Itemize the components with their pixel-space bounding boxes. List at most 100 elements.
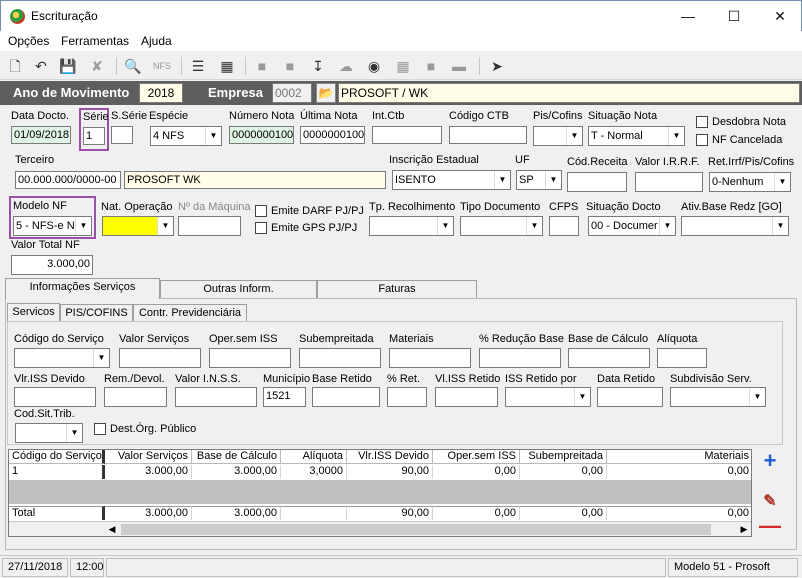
folder-open-icon[interactable]: 📂 xyxy=(316,83,336,103)
subdivisao-select[interactable]: ▼ xyxy=(670,387,766,407)
subempreitada-field[interactable] xyxy=(299,348,381,368)
list-icon[interactable]: ☰ xyxy=(188,56,208,76)
emite-gps-checkbox[interactable] xyxy=(255,222,267,234)
col-valor-servicos[interactable]: Valor Serviços xyxy=(105,450,192,464)
save-icon[interactable]: 💾 xyxy=(58,56,78,76)
nat-operacao-select[interactable]: ▼ xyxy=(102,216,174,236)
menu-ferramentas[interactable]: Ferramentas xyxy=(61,34,129,48)
scroll-thumb[interactable] xyxy=(121,524,711,535)
valor-total-field[interactable]: 3.000,00 xyxy=(11,255,93,275)
coins-icon[interactable]: ◉ xyxy=(364,56,384,76)
valor-inss-field[interactable] xyxy=(175,387,257,407)
box-icon[interactable]: ■ xyxy=(421,56,441,76)
col-vlr-iss-devido[interactable]: Vlr.ISS Devido xyxy=(347,450,433,464)
nf-cancelada-checkbox[interactable] xyxy=(696,134,708,146)
grid-empty-area xyxy=(9,480,751,504)
servicos-grid[interactable]: Código do Serviço Valor Serviços Base de… xyxy=(8,449,752,537)
valor-servicos-field[interactable] xyxy=(119,348,201,368)
situacao-nota-select[interactable]: T - Normal ▼ xyxy=(588,126,685,146)
num-maquina-label: Nº da Máquina xyxy=(178,201,251,213)
data-docto-field[interactable]: 01/09/2018 xyxy=(11,126,71,144)
municipio-label: Município xyxy=(263,373,311,385)
municipio-field[interactable]: 1521 xyxy=(263,387,306,407)
col-subempreitada[interactable]: Subempreitada xyxy=(520,450,607,464)
bar-icon[interactable]: ▬ xyxy=(449,56,469,76)
scroll-left-icon[interactable]: ◀ xyxy=(105,523,119,536)
cloud-icon[interactable]: ☁ xyxy=(336,56,356,76)
grid-icon[interactable]: ▦ xyxy=(393,56,413,76)
subtab-contr-previdenciaria[interactable]: Contr. Previdenciária xyxy=(133,304,247,321)
download-icon[interactable]: ↧ xyxy=(308,56,328,76)
scroll-right-icon[interactable]: ▶ xyxy=(737,523,751,536)
serie-field[interactable]: 1 xyxy=(83,127,105,145)
remove-icon[interactable]: — xyxy=(759,515,781,538)
num-maquina-field[interactable] xyxy=(178,216,241,236)
tp-recolhimento-select[interactable]: ▼ xyxy=(369,216,454,236)
insc-est-select[interactable]: ISENTO ▼ xyxy=(392,170,511,190)
ativ-base-select[interactable]: ▼ xyxy=(681,216,789,236)
numero-nota-field[interactable]: 0000000100 xyxy=(229,126,294,144)
subtab-pis-cofins[interactable]: PIS/COFINS xyxy=(60,304,133,321)
int-ctb-field[interactable] xyxy=(372,126,442,144)
delete-icon[interactable]: ✘ xyxy=(87,56,107,76)
ano-field[interactable]: 2018 xyxy=(139,83,183,103)
maximize-button[interactable]: ☐ xyxy=(711,1,757,31)
subtab-servicos[interactable]: Servicos xyxy=(7,303,60,321)
folder-icon[interactable]: ■ xyxy=(252,56,272,76)
col-oper-sem-iss[interactable]: Oper.sem ISS xyxy=(433,450,520,464)
codigo-ctb-field[interactable] xyxy=(449,126,527,144)
aliquota-field[interactable] xyxy=(657,348,707,368)
cfps-field[interactable] xyxy=(549,216,579,236)
menu-opcoes[interactable]: Opções xyxy=(8,34,49,48)
tab-outras-inform[interactable]: Outras Inform. xyxy=(160,280,317,299)
desdobra-checkbox[interactable] xyxy=(696,116,708,128)
minimize-button[interactable]: — xyxy=(665,1,711,31)
exit-icon[interactable]: ➤ xyxy=(487,56,507,76)
materiais-field[interactable] xyxy=(389,348,471,368)
col-materiais[interactable]: Materiais xyxy=(607,450,751,464)
new-document-icon[interactable]: 🗋 xyxy=(5,56,25,76)
ret-irrf-select[interactable]: 0-Nenhum ▼ xyxy=(709,172,791,192)
especie-select[interactable]: 4 NFS ▼ xyxy=(150,126,222,146)
tab-faturas[interactable]: Faturas xyxy=(317,280,477,299)
oper-sem-iss-field[interactable] xyxy=(209,348,291,368)
cod-receita-field[interactable] xyxy=(567,172,627,192)
print-preview-icon[interactable]: 🔍 xyxy=(123,56,143,76)
empresa-code-field[interactable]: 0002 xyxy=(272,83,312,103)
edit-icon[interactable]: ✎ xyxy=(759,492,781,514)
close-button[interactable]: ✕ xyxy=(757,1,802,31)
cut-icon[interactable]: ■ xyxy=(280,56,300,76)
rem-devol-field[interactable] xyxy=(104,387,167,407)
vl-iss-retido-field[interactable] xyxy=(435,387,498,407)
sserie-field[interactable] xyxy=(111,126,133,144)
vlr-iss-devido-field[interactable] xyxy=(14,387,96,407)
col-codigo-servico[interactable]: Código do Serviço xyxy=(9,450,105,464)
nfs-icon[interactable]: NFS xyxy=(152,56,172,76)
base-calculo-field[interactable] xyxy=(568,348,650,368)
valor-irrf-field[interactable] xyxy=(635,172,703,192)
tipo-documento-select[interactable]: ▼ xyxy=(460,216,543,236)
cod-sit-trib-select[interactable]: ▼ xyxy=(15,423,83,443)
data-retido-field[interactable] xyxy=(597,387,663,407)
tab-informacoes-servicos[interactable]: Informações Serviços xyxy=(5,278,160,299)
col-base-calculo[interactable]: Base de Cálculo xyxy=(192,450,281,464)
menu-ajuda[interactable]: Ajuda xyxy=(141,34,172,48)
calculator-icon[interactable]: ▦ xyxy=(217,56,237,76)
emite-darf-checkbox[interactable] xyxy=(255,205,267,217)
terceiro-code-field[interactable]: 00.000.000/0000-00 xyxy=(15,171,121,189)
chevron-down-icon: ▼ xyxy=(494,171,510,189)
pis-cofins-select[interactable]: ▼ xyxy=(533,126,583,146)
pct-ret-field[interactable] xyxy=(387,387,427,407)
modelo-nf-select[interactable]: 5 - NFS-e NF ▼ xyxy=(13,216,92,236)
base-retido-field[interactable] xyxy=(312,387,380,407)
add-icon[interactable]: + xyxy=(759,450,781,473)
situacao-docto-select[interactable]: 00 - Documer ▼ xyxy=(588,216,676,236)
horizontal-scrollbar[interactable]: ◀ ▶ xyxy=(9,521,751,536)
uf-select[interactable]: SP ▼ xyxy=(516,170,562,190)
dest-org-publico-checkbox[interactable] xyxy=(94,423,106,435)
reducao-base-field[interactable] xyxy=(479,348,561,368)
codigo-servico-select[interactable]: ▼ xyxy=(14,348,110,368)
iss-retido-por-select[interactable]: ▼ xyxy=(505,387,591,407)
col-aliquota[interactable]: Alíquota xyxy=(281,450,347,464)
undo-icon[interactable]: ↶ xyxy=(31,56,51,76)
